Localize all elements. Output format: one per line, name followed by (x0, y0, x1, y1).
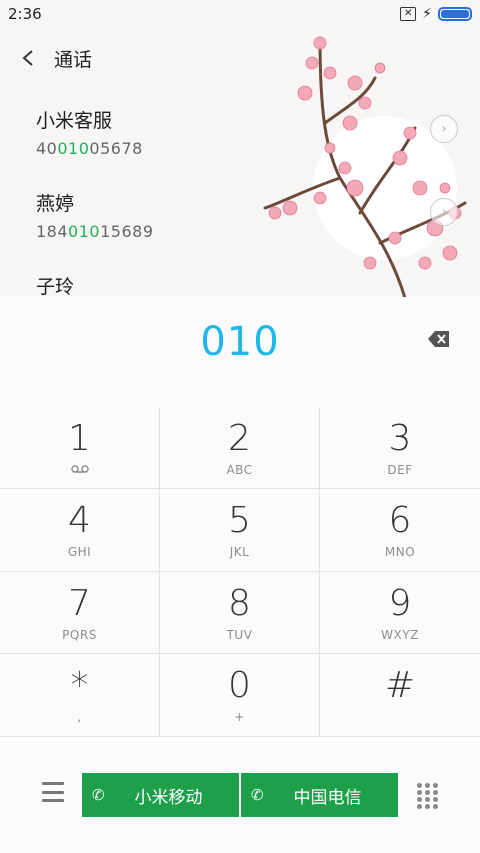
key-2[interactable]: 2 ABC (160, 407, 320, 489)
status-bar: 2:36 ✕ ⚡ (0, 0, 480, 28)
key-star[interactable]: *, (0, 654, 160, 737)
chevron-right-icon: › (441, 204, 447, 220)
phone-icon: ✆ (251, 786, 264, 804)
contact-number: 18401015689 (36, 222, 154, 241)
sim-card-off-icon: ✕ (400, 7, 417, 21)
key-7[interactable]: 7 PQRS (0, 572, 160, 654)
phone-icon: ✆ (92, 786, 105, 804)
key-3[interactable]: 3 DEF (320, 407, 480, 489)
back-button[interactable] (18, 48, 38, 68)
voicemail-icon (70, 463, 89, 477)
menu-icon[interactable] (42, 782, 64, 802)
key-hash[interactable]: # (320, 654, 480, 737)
back-arrow-icon (22, 50, 33, 66)
contact-name: 小米客服 (36, 110, 113, 132)
dial-input-row: 010 (0, 297, 480, 387)
details-button[interactable]: › (430, 198, 458, 226)
key-8[interactable]: 8 TUV (160, 572, 320, 654)
battery-icon (438, 7, 472, 21)
key-9[interactable]: 9 WXYZ (320, 572, 480, 654)
details-button[interactable]: › (430, 115, 458, 143)
contact-name: 子玲 (36, 276, 75, 298)
bolt-icon: ⚡ (422, 6, 432, 22)
contact-result[interactable]: 小米客服 4001005678 › (0, 88, 480, 171)
call-bar: ✆ 小米移动 ✆ 中国电信 (0, 770, 480, 818)
key-4[interactable]: 4 GHI (0, 489, 160, 572)
status-time: 2:36 (8, 5, 42, 23)
backspace-icon[interactable] (428, 330, 450, 348)
contact-number: 4001005678 (36, 139, 143, 158)
key-1[interactable]: 1 (0, 407, 160, 489)
call-button-sim1[interactable]: ✆ 小米移动 (82, 773, 239, 817)
key-0[interactable]: 0 + (160, 654, 320, 737)
dialpad-keys: 1 2 ABC 3 DEF 4 GHI 5 JKL 6 MNO 7 PQRS 8 TUV 9W… (0, 407, 480, 737)
app-header: 通话 (0, 30, 480, 86)
keypad-toggle-icon[interactable] (417, 783, 439, 809)
key-5[interactable]: 5 JKL (160, 489, 320, 572)
page-title: 通话 (54, 48, 93, 71)
contact-name: 燕婷 (36, 193, 75, 215)
contact-result[interactable]: 燕婷 18401015689 › (0, 171, 480, 254)
dial-input[interactable]: 010 (200, 319, 279, 365)
call-button-sim2[interactable]: ✆ 中国电信 (241, 773, 398, 817)
chevron-right-icon: › (441, 121, 447, 137)
status-icons: ✕ ⚡ (400, 6, 472, 22)
key-6[interactable]: 6 MNO (320, 489, 480, 572)
